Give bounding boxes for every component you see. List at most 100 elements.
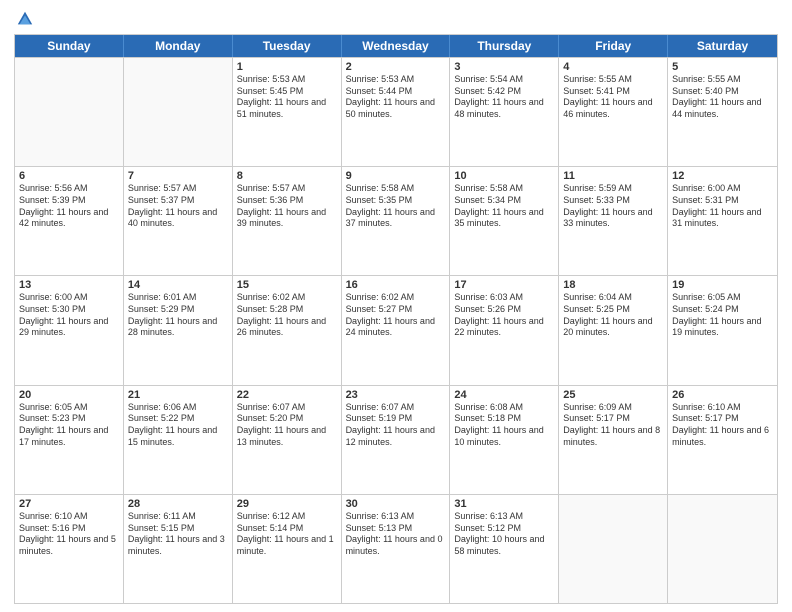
- calendar-row-3: 20Sunrise: 6:05 AM Sunset: 5:23 PM Dayli…: [15, 385, 777, 494]
- calendar-cell: [15, 58, 124, 166]
- calendar-cell: 17Sunrise: 6:03 AM Sunset: 5:26 PM Dayli…: [450, 276, 559, 384]
- calendar-row-1: 6Sunrise: 5:56 AM Sunset: 5:39 PM Daylig…: [15, 166, 777, 275]
- day-info: Sunrise: 5:54 AM Sunset: 5:42 PM Dayligh…: [454, 74, 554, 121]
- day-number: 2: [346, 61, 446, 73]
- day-number: 28: [128, 498, 228, 510]
- weekday-header-friday: Friday: [559, 35, 668, 57]
- calendar-cell: [668, 495, 777, 603]
- day-info: Sunrise: 6:07 AM Sunset: 5:20 PM Dayligh…: [237, 402, 337, 449]
- calendar-cell: [559, 495, 668, 603]
- calendar-cell: 14Sunrise: 6:01 AM Sunset: 5:29 PM Dayli…: [124, 276, 233, 384]
- day-number: 14: [128, 279, 228, 291]
- day-info: Sunrise: 5:53 AM Sunset: 5:45 PM Dayligh…: [237, 74, 337, 121]
- day-number: 7: [128, 170, 228, 182]
- day-number: 4: [563, 61, 663, 73]
- calendar-cell: 21Sunrise: 6:06 AM Sunset: 5:22 PM Dayli…: [124, 386, 233, 494]
- day-number: 23: [346, 389, 446, 401]
- calendar-cell: 12Sunrise: 6:00 AM Sunset: 5:31 PM Dayli…: [668, 167, 777, 275]
- day-number: 19: [672, 279, 773, 291]
- logo-icon: [16, 10, 34, 28]
- day-info: Sunrise: 5:53 AM Sunset: 5:44 PM Dayligh…: [346, 74, 446, 121]
- calendar-cell: 27Sunrise: 6:10 AM Sunset: 5:16 PM Dayli…: [15, 495, 124, 603]
- day-info: Sunrise: 5:58 AM Sunset: 5:35 PM Dayligh…: [346, 183, 446, 230]
- calendar-cell: 5Sunrise: 5:55 AM Sunset: 5:40 PM Daylig…: [668, 58, 777, 166]
- day-number: 10: [454, 170, 554, 182]
- calendar-cell: 30Sunrise: 6:13 AM Sunset: 5:13 PM Dayli…: [342, 495, 451, 603]
- calendar-cell: 9Sunrise: 5:58 AM Sunset: 5:35 PM Daylig…: [342, 167, 451, 275]
- calendar-cell: 16Sunrise: 6:02 AM Sunset: 5:27 PM Dayli…: [342, 276, 451, 384]
- calendar-cell: 18Sunrise: 6:04 AM Sunset: 5:25 PM Dayli…: [559, 276, 668, 384]
- weekday-header-sunday: Sunday: [15, 35, 124, 57]
- calendar-cell: 31Sunrise: 6:13 AM Sunset: 5:12 PM Dayli…: [450, 495, 559, 603]
- calendar-cell: 28Sunrise: 6:11 AM Sunset: 5:15 PM Dayli…: [124, 495, 233, 603]
- day-info: Sunrise: 6:04 AM Sunset: 5:25 PM Dayligh…: [563, 292, 663, 339]
- calendar-row-0: 1Sunrise: 5:53 AM Sunset: 5:45 PM Daylig…: [15, 57, 777, 166]
- day-info: Sunrise: 6:02 AM Sunset: 5:28 PM Dayligh…: [237, 292, 337, 339]
- day-info: Sunrise: 6:05 AM Sunset: 5:24 PM Dayligh…: [672, 292, 773, 339]
- day-number: 3: [454, 61, 554, 73]
- calendar-body: 1Sunrise: 5:53 AM Sunset: 5:45 PM Daylig…: [15, 57, 777, 603]
- day-number: 26: [672, 389, 773, 401]
- calendar-cell: 1Sunrise: 5:53 AM Sunset: 5:45 PM Daylig…: [233, 58, 342, 166]
- calendar-cell: 2Sunrise: 5:53 AM Sunset: 5:44 PM Daylig…: [342, 58, 451, 166]
- calendar: SundayMondayTuesdayWednesdayThursdayFrid…: [14, 34, 778, 604]
- day-info: Sunrise: 6:09 AM Sunset: 5:17 PM Dayligh…: [563, 402, 663, 449]
- day-number: 30: [346, 498, 446, 510]
- day-info: Sunrise: 6:08 AM Sunset: 5:18 PM Dayligh…: [454, 402, 554, 449]
- day-info: Sunrise: 6:03 AM Sunset: 5:26 PM Dayligh…: [454, 292, 554, 339]
- calendar-cell: 20Sunrise: 6:05 AM Sunset: 5:23 PM Dayli…: [15, 386, 124, 494]
- day-number: 16: [346, 279, 446, 291]
- day-info: Sunrise: 6:12 AM Sunset: 5:14 PM Dayligh…: [237, 511, 337, 558]
- calendar-cell: 6Sunrise: 5:56 AM Sunset: 5:39 PM Daylig…: [15, 167, 124, 275]
- calendar-cell: 7Sunrise: 5:57 AM Sunset: 5:37 PM Daylig…: [124, 167, 233, 275]
- weekday-header-saturday: Saturday: [668, 35, 777, 57]
- calendar-cell: 4Sunrise: 5:55 AM Sunset: 5:41 PM Daylig…: [559, 58, 668, 166]
- page: SundayMondayTuesdayWednesdayThursdayFrid…: [0, 0, 792, 612]
- day-number: 22: [237, 389, 337, 401]
- day-info: Sunrise: 5:55 AM Sunset: 5:41 PM Dayligh…: [563, 74, 663, 121]
- calendar-row-2: 13Sunrise: 6:00 AM Sunset: 5:30 PM Dayli…: [15, 275, 777, 384]
- day-info: Sunrise: 5:56 AM Sunset: 5:39 PM Dayligh…: [19, 183, 119, 230]
- day-number: 11: [563, 170, 663, 182]
- logo: [14, 10, 34, 28]
- calendar-cell: 26Sunrise: 6:10 AM Sunset: 5:17 PM Dayli…: [668, 386, 777, 494]
- day-info: Sunrise: 5:57 AM Sunset: 5:36 PM Dayligh…: [237, 183, 337, 230]
- day-number: 15: [237, 279, 337, 291]
- day-info: Sunrise: 6:01 AM Sunset: 5:29 PM Dayligh…: [128, 292, 228, 339]
- day-info: Sunrise: 6:02 AM Sunset: 5:27 PM Dayligh…: [346, 292, 446, 339]
- day-number: 12: [672, 170, 773, 182]
- day-number: 21: [128, 389, 228, 401]
- day-number: 1: [237, 61, 337, 73]
- day-info: Sunrise: 6:11 AM Sunset: 5:15 PM Dayligh…: [128, 511, 228, 558]
- day-number: 6: [19, 170, 119, 182]
- day-info: Sunrise: 6:06 AM Sunset: 5:22 PM Dayligh…: [128, 402, 228, 449]
- weekday-header-monday: Monday: [124, 35, 233, 57]
- day-number: 20: [19, 389, 119, 401]
- day-info: Sunrise: 6:05 AM Sunset: 5:23 PM Dayligh…: [19, 402, 119, 449]
- calendar-cell: 24Sunrise: 6:08 AM Sunset: 5:18 PM Dayli…: [450, 386, 559, 494]
- calendar-cell: 3Sunrise: 5:54 AM Sunset: 5:42 PM Daylig…: [450, 58, 559, 166]
- day-info: Sunrise: 6:07 AM Sunset: 5:19 PM Dayligh…: [346, 402, 446, 449]
- day-info: Sunrise: 6:13 AM Sunset: 5:13 PM Dayligh…: [346, 511, 446, 558]
- day-number: 18: [563, 279, 663, 291]
- calendar-cell: 25Sunrise: 6:09 AM Sunset: 5:17 PM Dayli…: [559, 386, 668, 494]
- day-info: Sunrise: 5:55 AM Sunset: 5:40 PM Dayligh…: [672, 74, 773, 121]
- calendar-cell: 22Sunrise: 6:07 AM Sunset: 5:20 PM Dayli…: [233, 386, 342, 494]
- day-number: 17: [454, 279, 554, 291]
- calendar-cell: 19Sunrise: 6:05 AM Sunset: 5:24 PM Dayli…: [668, 276, 777, 384]
- calendar-cell: 29Sunrise: 6:12 AM Sunset: 5:14 PM Dayli…: [233, 495, 342, 603]
- day-number: 31: [454, 498, 554, 510]
- calendar-cell: 11Sunrise: 5:59 AM Sunset: 5:33 PM Dayli…: [559, 167, 668, 275]
- day-info: Sunrise: 5:59 AM Sunset: 5:33 PM Dayligh…: [563, 183, 663, 230]
- calendar-cell: 13Sunrise: 6:00 AM Sunset: 5:30 PM Dayli…: [15, 276, 124, 384]
- day-number: 5: [672, 61, 773, 73]
- day-info: Sunrise: 6:13 AM Sunset: 5:12 PM Dayligh…: [454, 511, 554, 558]
- day-number: 27: [19, 498, 119, 510]
- day-info: Sunrise: 6:00 AM Sunset: 5:30 PM Dayligh…: [19, 292, 119, 339]
- day-number: 9: [346, 170, 446, 182]
- day-info: Sunrise: 6:10 AM Sunset: 5:17 PM Dayligh…: [672, 402, 773, 449]
- calendar-cell: 10Sunrise: 5:58 AM Sunset: 5:34 PM Dayli…: [450, 167, 559, 275]
- day-info: Sunrise: 5:57 AM Sunset: 5:37 PM Dayligh…: [128, 183, 228, 230]
- day-number: 25: [563, 389, 663, 401]
- calendar-header: SundayMondayTuesdayWednesdayThursdayFrid…: [15, 35, 777, 57]
